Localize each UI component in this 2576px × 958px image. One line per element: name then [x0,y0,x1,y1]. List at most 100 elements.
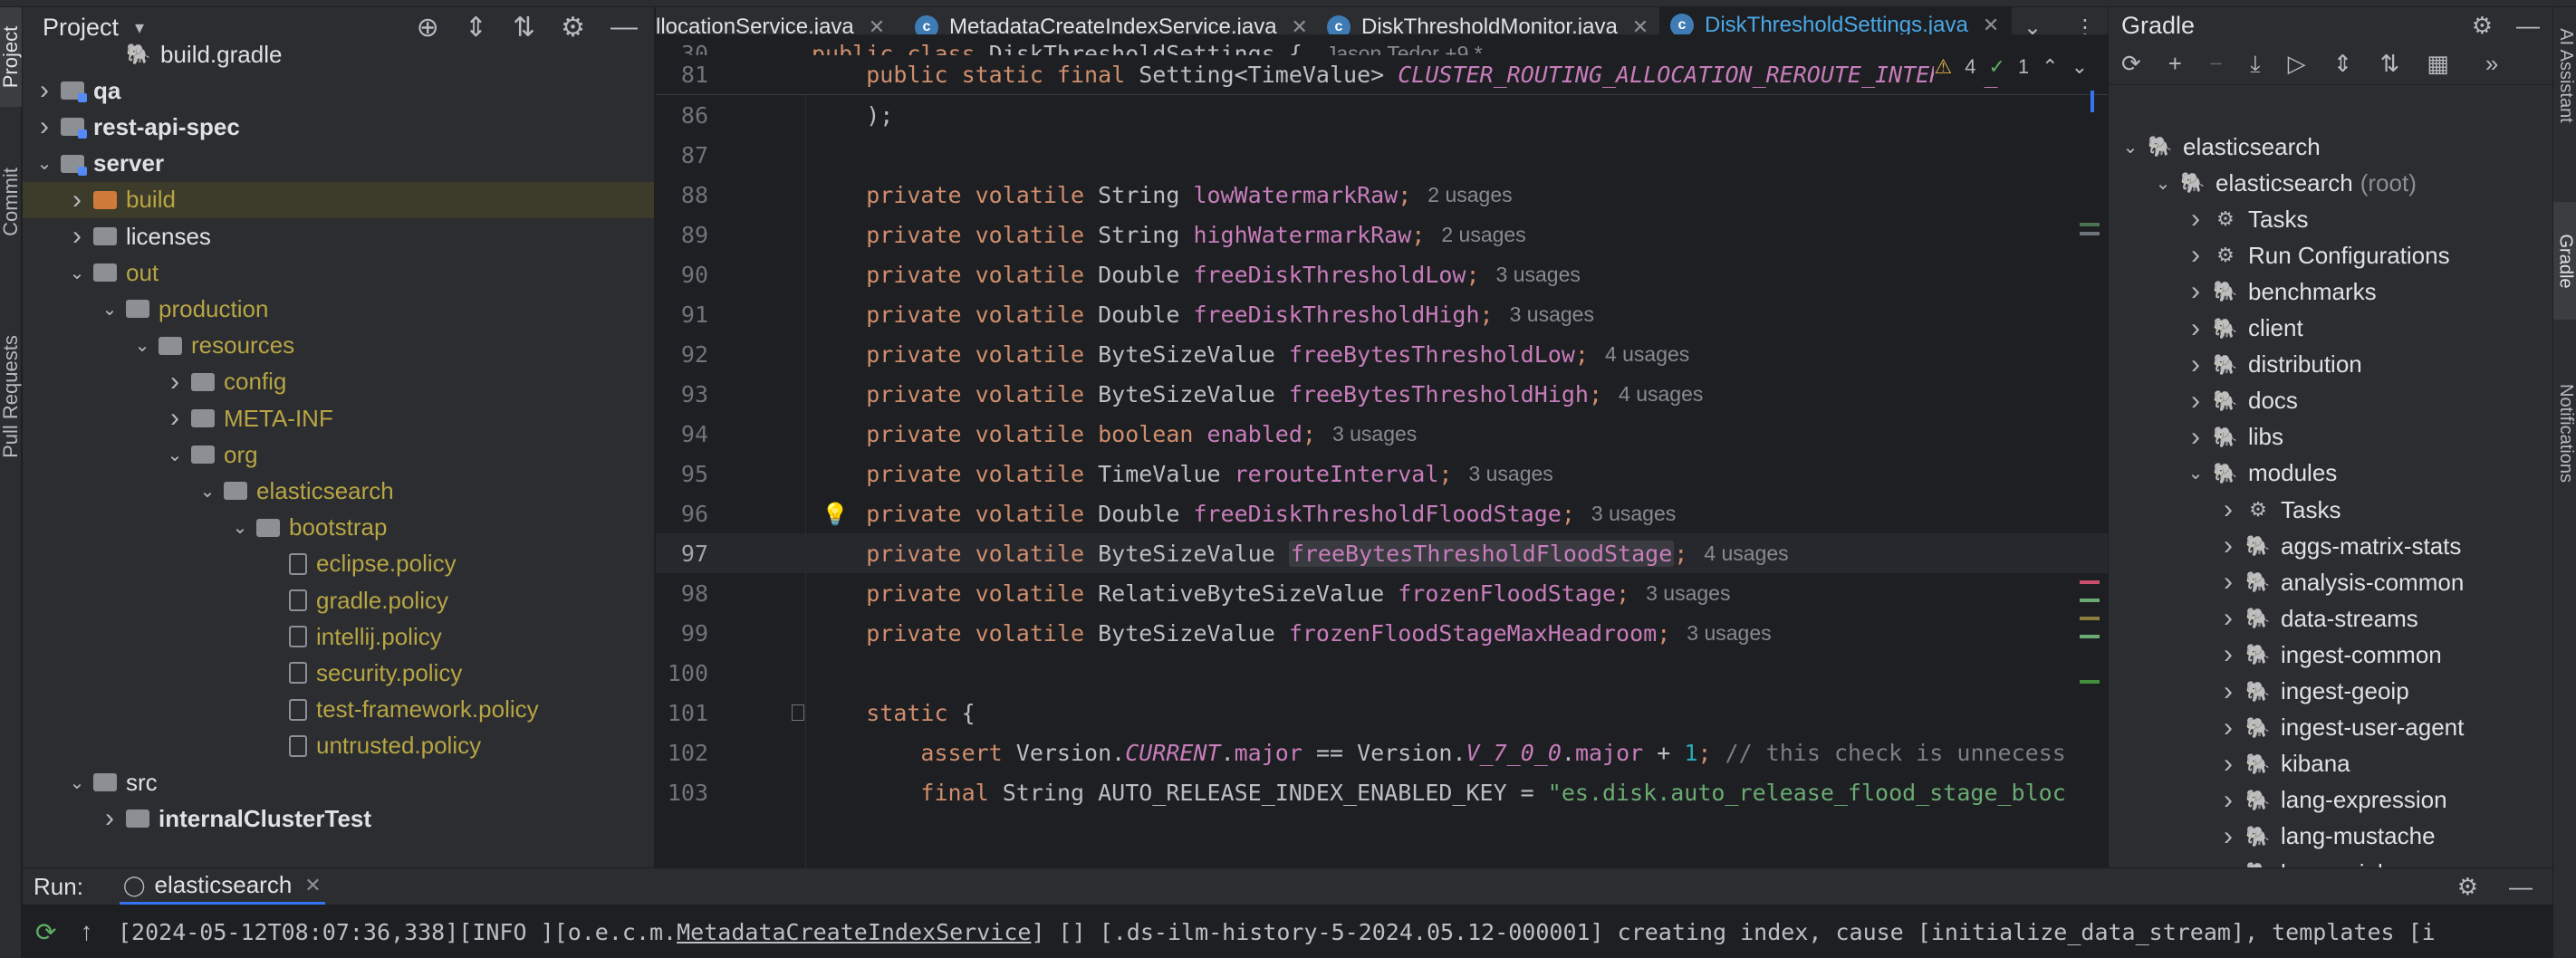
usages-hint[interactable]: 3 usages [1510,302,1594,327]
chevron-right-icon[interactable]: › [2217,494,2239,525]
minimize-icon[interactable]: — [2509,873,2533,901]
gradle-tree-node[interactable]: › 🐘 aggs-matrix-stats [2109,528,2552,564]
tree-node[interactable]: › config [23,364,654,400]
minimize-icon[interactable]: — [2516,12,2540,40]
gradle-tree-node[interactable]: › 🐘 libs [2109,419,2552,455]
code-line[interactable]: 97 private volatile ByteSizeValue freeBy… [656,533,2108,573]
code-line[interactable]: 81 public static final Setting<TimeValue… [656,55,2108,95]
gradle-tree-node[interactable]: › 🐘 distribution [2109,347,2552,383]
code-line[interactable]: 95 private volatile TimeValue rerouteInt… [656,454,2108,493]
dependencies-icon[interactable]: ▦ [2427,50,2449,78]
chevron-down-icon[interactable]: ⌄ [2152,172,2174,195]
usages-hint[interactable]: 4 usages [1704,541,1788,566]
chevron-down-icon[interactable]: ⌄ [66,262,88,284]
chevron-down-icon[interactable]: ⌄ [66,771,88,794]
gradle-tree-node[interactable]: › 🐘 lang-expression [2109,782,2552,819]
expand-all-icon[interactable]: ⇕ [2333,50,2353,78]
usages-hint[interactable]: 3 usages [1591,502,1676,526]
chevron-right-icon[interactable]: › [164,367,186,398]
chevron-down-icon[interactable]: ⌄ [34,152,55,175]
tree-node[interactable]: ⌄ resources [23,328,654,364]
chevron-down-icon[interactable]: ⌄ [2185,462,2206,484]
chevron-right-icon[interactable]: › [2217,567,2239,598]
rerun-icon[interactable]: ⟳ [35,917,56,947]
chevron-right-icon[interactable]: › [164,403,186,434]
chevron-right-icon[interactable]: › [66,185,88,216]
tree-node[interactable]: intellij.policy [23,618,654,655]
chevron-right-icon[interactable]: › [2217,639,2239,670]
code-line[interactable]: 99 private volatile ByteSizeValue frozen… [656,613,2108,653]
usages-hint[interactable]: 4 usages [1605,342,1689,367]
fold-icon[interactable] [792,704,804,721]
usages-hint[interactable]: 3 usages [1496,263,1581,287]
gradle-tree-node[interactable]: › 🐘 ingest-geoip [2109,674,2552,710]
chevron-right-icon[interactable]: › [2185,313,2206,344]
chevron-right-icon[interactable]: › [2185,276,2206,307]
pull-requests-tool-tab[interactable]: Pull Requests [0,306,22,487]
chevron-right-icon[interactable]: › [2217,603,2239,634]
arrow-up-icon[interactable]: ↑ [80,917,92,947]
close-icon[interactable]: ✕ [304,874,321,897]
chevron-right-icon[interactable]: › [2217,676,2239,707]
collapse-all-icon[interactable]: ⇅ [2379,50,2399,78]
gradle-tree-node[interactable]: › 🐘 ingest-user-agent [2109,710,2552,746]
tree-node[interactable]: ⌄ bootstrap [23,510,654,546]
notifications-tool-tab[interactable]: Notifications [2553,351,2576,514]
chevron-down-icon[interactable]: ⌄ [99,298,120,321]
tree-node[interactable]: › META-INF [23,400,654,436]
code-line[interactable]: 98 private volatile RelativeByteSizeValu… [656,573,2108,613]
usages-hint[interactable]: 3 usages [1646,581,1730,606]
tree-node[interactable]: ⌄ production [23,291,654,327]
gradle-tree-node[interactable]: › ⚙ Tasks [2109,201,2552,237]
chevron-right-icon[interactable]: › [2217,713,2239,743]
chevron-right-icon[interactable]: › [2185,386,2206,417]
gradle-tree-node[interactable]: ⌄ 🐘 elasticsearch [2109,129,2552,165]
remove-icon[interactable]: − [2209,50,2223,78]
tree-node[interactable]: gradle.policy [23,582,654,618]
commit-tool-tab[interactable]: Commit [0,143,22,261]
usages-hint[interactable]: 3 usages [1332,422,1417,446]
code-line[interactable]: 88 private volatile String lowWatermarkR… [656,175,2108,215]
chevron-down-icon[interactable]: ⌄ [197,480,218,503]
run-tab-elasticsearch[interactable]: ◯ elasticsearch ✕ [119,868,325,905]
chevron-up-icon[interactable]: ⌃ [2042,55,2058,79]
code-line[interactable]: 89 private volatile String highWatermark… [656,215,2108,254]
chevron-right-icon[interactable]: › [34,75,55,106]
ai-assistant-tool-tab[interactable]: AI Assistant [2553,7,2576,143]
chevron-down-icon[interactable]: ▾ [135,16,144,39]
usages-hint[interactable]: 3 usages [1687,621,1771,646]
tree-node[interactable]: ⌄ org [23,436,654,473]
code-line[interactable]: 90 private volatile Double freeDiskThres… [656,254,2108,294]
gear-icon[interactable]: ⚙ [2472,12,2493,40]
code-line[interactable]: 91 private volatile Double freeDiskThres… [656,294,2108,334]
project-tool-tab[interactable]: Project [0,7,22,107]
lightbulb-icon[interactable]: 💡 [822,502,849,527]
chevron-right-icon[interactable]: › [2217,857,2239,867]
gradle-tool-tab[interactable]: Gradle [2553,202,2576,320]
code-line[interactable]: 101 static { [656,693,2108,733]
chevron-right-icon[interactable]: › [2185,350,2206,380]
chevron-right-icon[interactable]: › [2217,785,2239,816]
code-line[interactable]: 87 [656,135,2108,175]
chevron-right-icon[interactable]: › [2217,821,2239,852]
code-line[interactable]: 92 private volatile ByteSizeValue freeBy… [656,334,2108,374]
gradle-tree-node[interactable]: › 🐘 lang-mustache [2109,819,2552,855]
tree-node[interactable]: test-framework.policy [23,692,654,728]
tree-node[interactable]: 🐘 build.gradle [23,36,654,72]
tree-node[interactable]: › licenses [23,218,654,254]
usages-hint[interactable]: 2 usages [1441,223,1525,247]
tree-node[interactable]: ⌄ src [23,764,654,800]
tree-node[interactable]: › build [23,181,654,218]
chevron-down-icon[interactable]: ⌄ [2119,136,2141,158]
gradle-tree-node[interactable]: › 🐘 benchmarks [2109,273,2552,310]
code-line[interactable]: 93 private volatile ByteSizeValue freeBy… [656,374,2108,414]
chevron-right-icon[interactable]: › [99,803,120,834]
gradle-tree-node[interactable]: › 🐘 ingest-common [2109,637,2552,673]
reload-icon[interactable]: ⟳ [2121,50,2141,78]
gradle-tree-node[interactable]: › ⚙ Run Configurations [2109,237,2552,273]
gradle-tree-node[interactable]: › 🐘 data-streams [2109,600,2552,637]
code-line[interactable]: 96 private volatile Double freeDiskThres… [656,493,2108,533]
usages-hint[interactable]: 2 usages [1427,183,1512,207]
gradle-tree-node[interactable]: › 🐘 client [2109,311,2552,347]
code-line[interactable]: 102 assert Version. CURRENT. major == Vers… [656,733,2108,772]
